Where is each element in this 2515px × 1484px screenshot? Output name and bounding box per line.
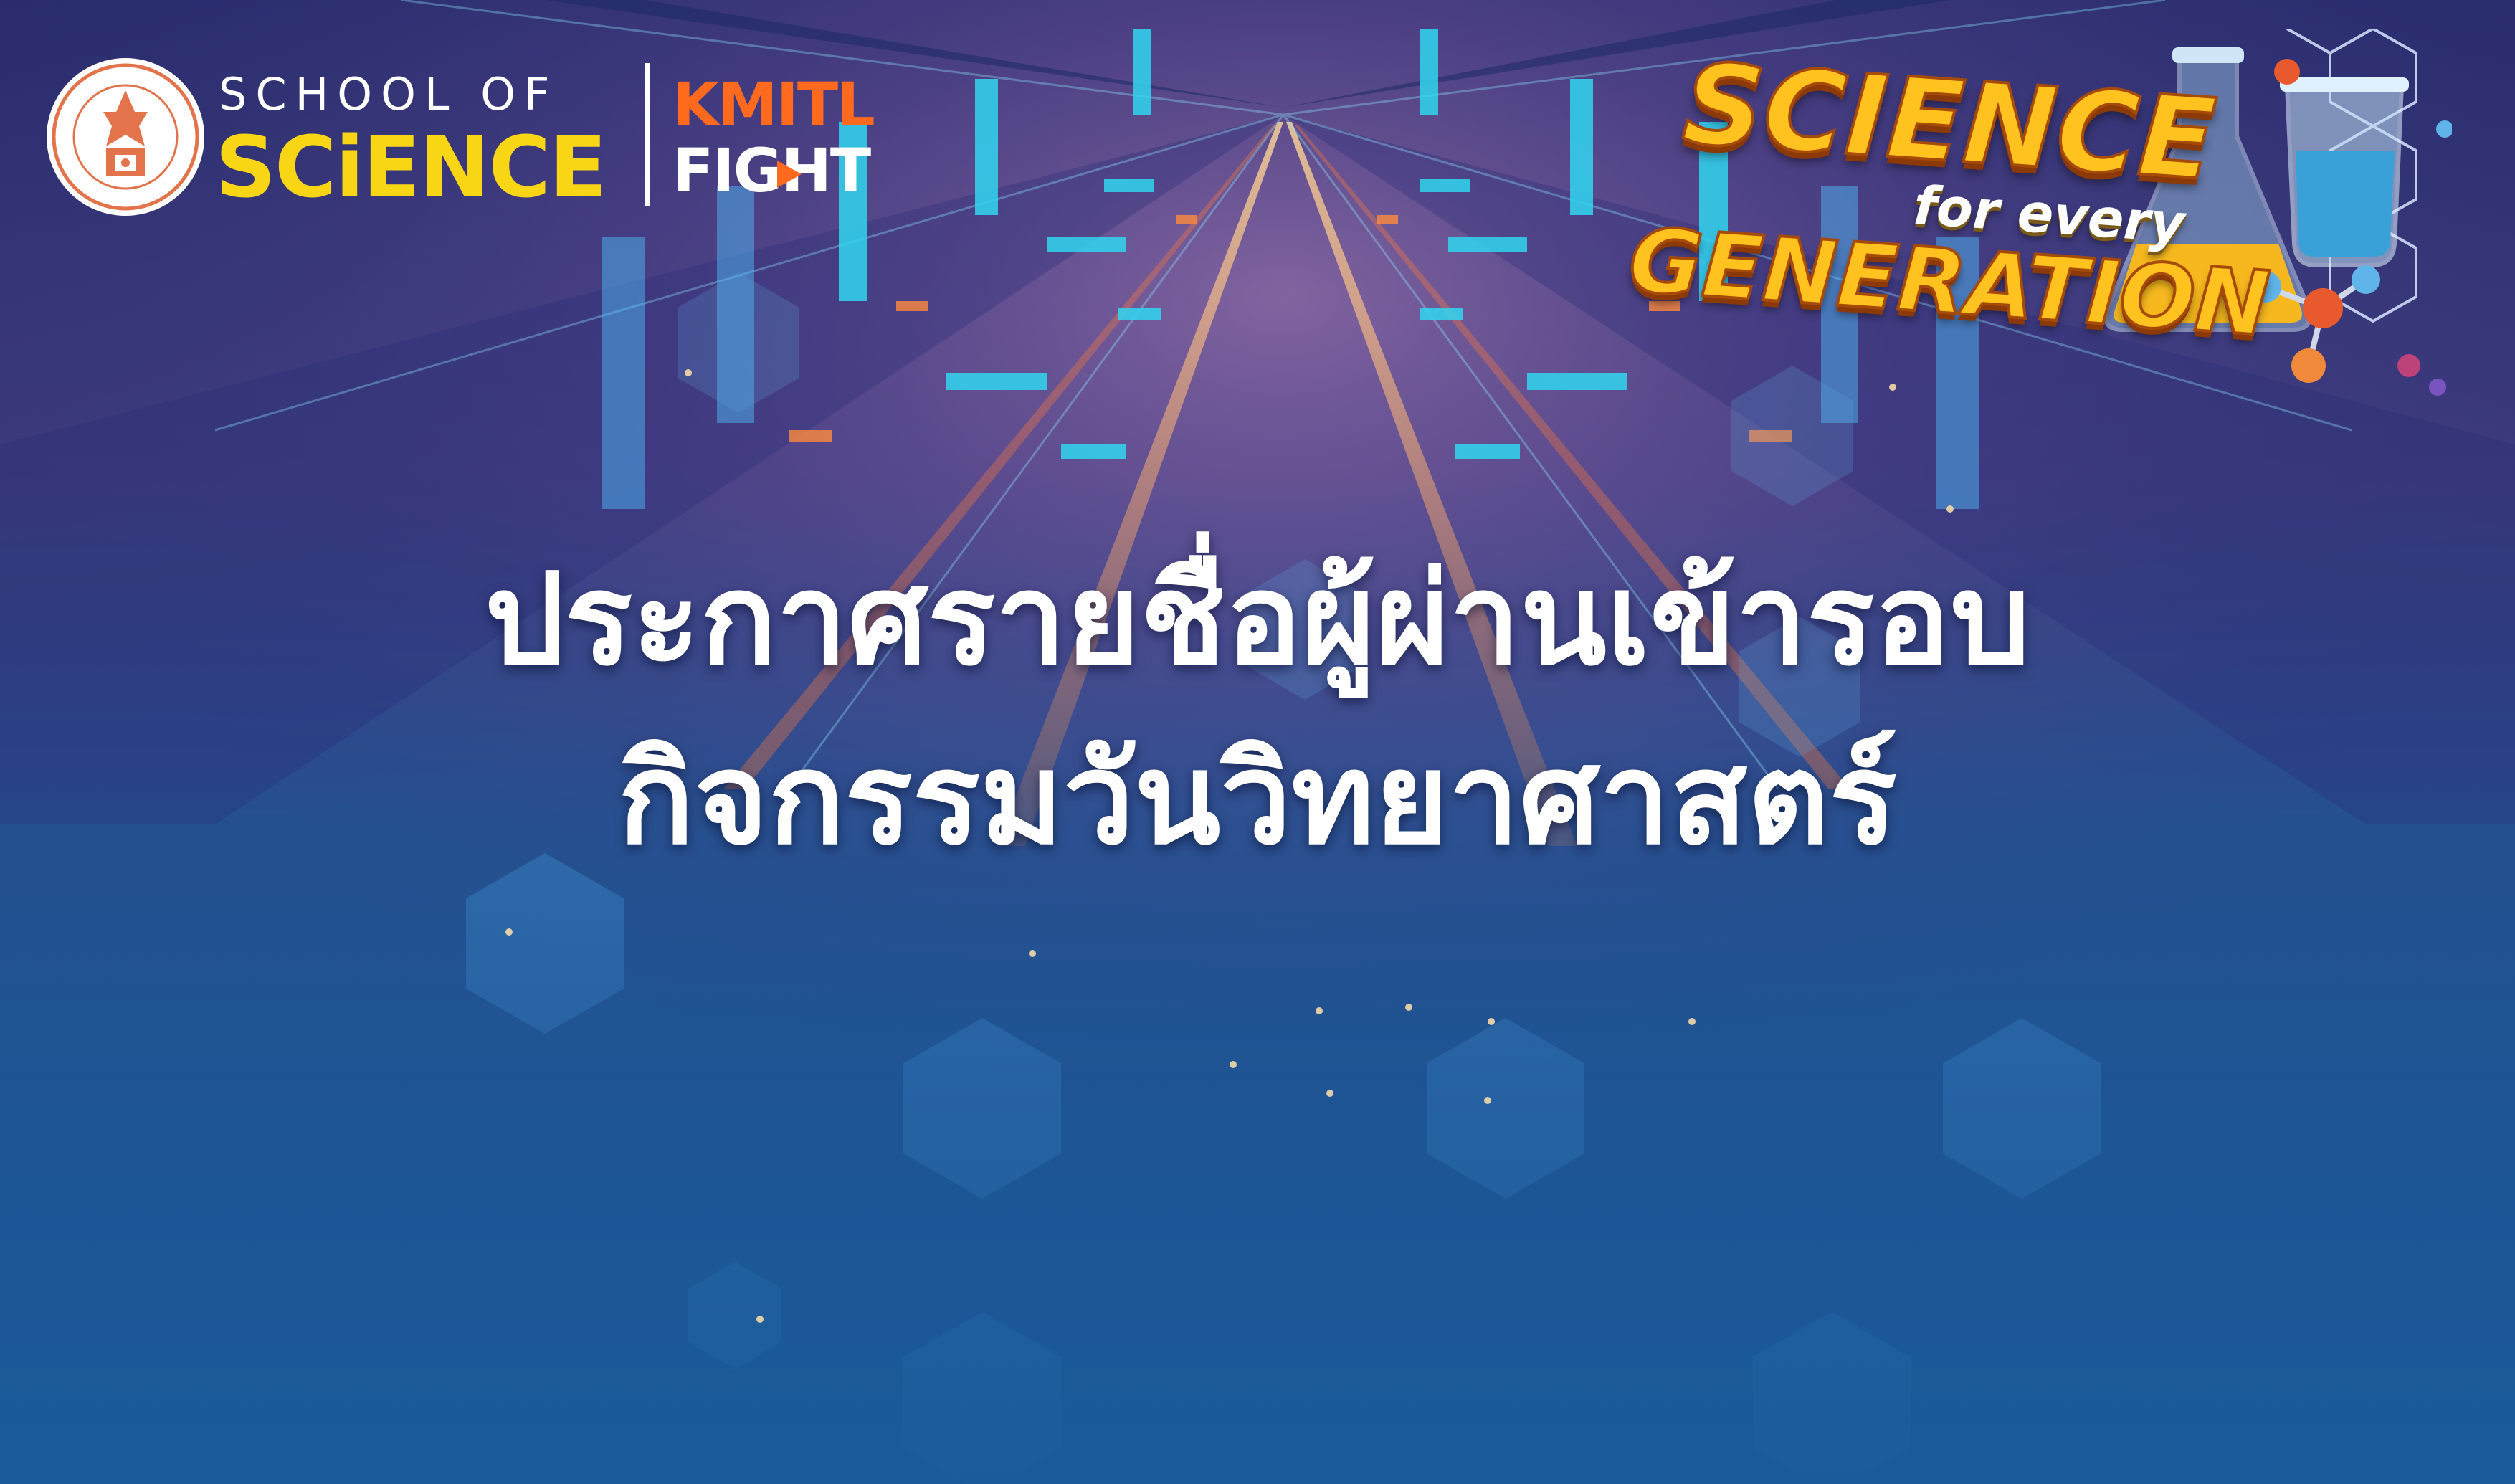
science-for-every-generation-logo: SCIENCE for every GENERATION <box>1620 29 2452 401</box>
campaign-wordmark: SCIENCE for every GENERATION <box>1625 25 2376 376</box>
school-of-text: SCHOOL OF <box>219 68 558 120</box>
play-triangle-icon <box>777 161 802 188</box>
fight-wordmark: FIGHT <box>672 135 871 206</box>
kmitl-seal-icon <box>47 58 204 216</box>
kmitl-wordmark: KMITL <box>672 70 875 140</box>
science-wordmark: SCiENCE <box>215 118 607 217</box>
headline-line-1: ประกาศรายชื่อผู้ผ่านเข้ารอบ <box>484 546 2031 693</box>
headline-line-2: กิจกรรมวันวิทยาศาสตร์ <box>617 726 1898 872</box>
school-of-science-logo: SCHOOL OF SCiENCE KMITL FIGHT <box>44 56 875 217</box>
announcement-banner: SCHOOL OF SCiENCE KMITL FIGHT SCIENCE fo… <box>0 0 2515 1484</box>
logo-divider <box>645 63 650 206</box>
announcement-headline: ประกาศรายชื่อผู้ผ่านเข้ารอบ กิจกรรมวันวิ… <box>115 531 2400 903</box>
